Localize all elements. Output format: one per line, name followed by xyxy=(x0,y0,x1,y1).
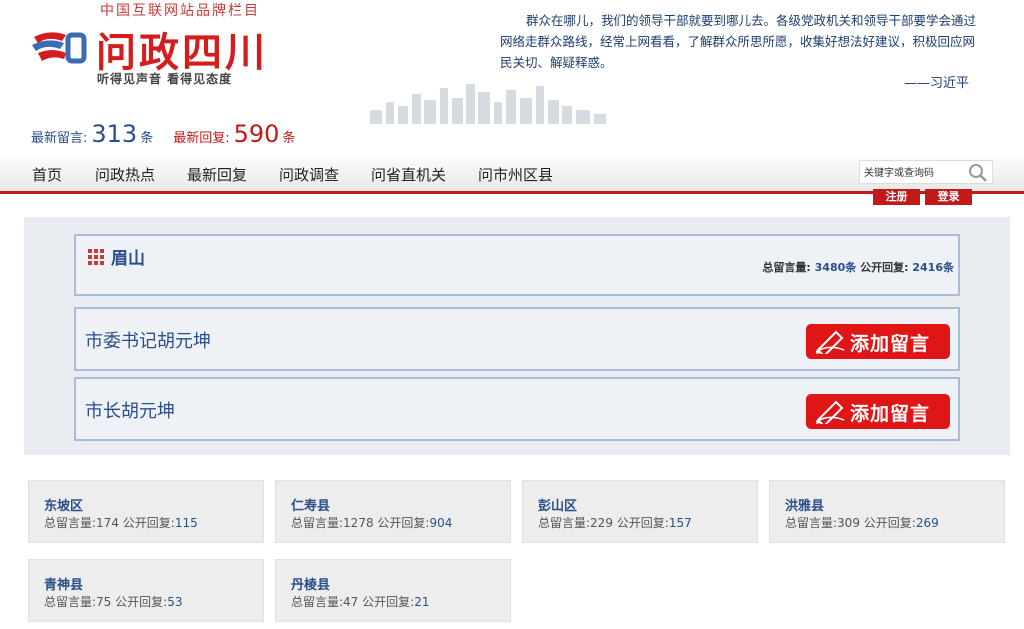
county-card[interactable]: 彭山区 总留言量:229 公开回复:157 xyxy=(522,480,758,543)
wenzheng-logo-icon[interactable] xyxy=(30,27,90,69)
nav-item-home[interactable]: 首页 xyxy=(32,164,62,185)
county-stats: 总留言量:1278 公开回复:904 xyxy=(291,514,452,531)
total-value: 309 xyxy=(837,516,860,530)
city-reply-label: 公开回复: xyxy=(860,261,909,274)
reply-value: 904 xyxy=(429,516,453,530)
county-name[interactable]: 彭山区 xyxy=(538,495,577,514)
county-stats: 总留言量:229 公开回复:157 xyxy=(538,514,692,531)
leader-title[interactable]: 市委书记胡元坤 xyxy=(85,327,211,353)
total-value: 174 xyxy=(96,516,119,530)
leader-card: 市委书记胡元坤 添加留言 xyxy=(74,307,960,371)
county-name[interactable]: 东坡区 xyxy=(44,495,83,514)
total-label: 总留言量: xyxy=(785,516,838,530)
county-name[interactable]: 洪雅县 xyxy=(785,495,824,514)
reply-label: 公开回复: xyxy=(122,516,175,530)
latest-reply-unit: 条 xyxy=(282,131,296,146)
leader-quote: 群众在哪儿，我们的领导干部就要到哪儿去。各级党政机关和领导干部要学会通过网络走群… xyxy=(500,13,977,70)
county-name[interactable]: 丹棱县 xyxy=(291,574,330,593)
county-card[interactable]: 青神县 总留言量:75 公开回复:53 xyxy=(28,559,264,622)
login-button[interactable]: 登录 xyxy=(925,189,972,205)
latest-message-unit: 条 xyxy=(140,131,154,146)
county-stats: 总留言量:309 公开回复:269 xyxy=(785,514,939,531)
logo-slogan: 听得见声音 看得见态度 xyxy=(97,72,233,86)
total-value: 75 xyxy=(96,595,112,609)
county-card[interactable]: 洪雅县 总留言量:309 公开回复:269 xyxy=(769,480,1005,543)
nav-item-latest-replies[interactable]: 最新回复 xyxy=(187,164,247,185)
county-card[interactable]: 仁寿县 总留言量:1278 公开回复:904 xyxy=(275,480,511,543)
county-stats: 总留言量:174 公开回复:115 xyxy=(44,514,198,531)
search-box xyxy=(859,160,993,185)
nav-item-cities-counties[interactable]: 问市州区县 xyxy=(478,164,553,185)
add-message-label: 添加留言 xyxy=(850,403,931,425)
city-panel: 眉山 总留言量: 3480条 公开回复: 2416条 市委书记胡元坤 添加留言 … xyxy=(24,217,1010,455)
leader-card: 市长胡元坤 添加留言 xyxy=(74,377,960,441)
reply-value: 269 xyxy=(915,516,939,530)
total-label: 总留言量: xyxy=(44,595,97,609)
total-label: 总留言量: xyxy=(538,516,591,530)
county-stats: 总留言量:75 公开回复:53 xyxy=(44,593,182,610)
county-name[interactable]: 仁寿县 xyxy=(291,495,330,514)
county-name[interactable]: 青神县 xyxy=(44,574,83,593)
add-message-button[interactable]: 添加留言 xyxy=(806,324,950,359)
city-total-value: 3480条 xyxy=(814,261,857,274)
city-header: 眉山 总留言量: 3480条 公开回复: 2416条 xyxy=(74,234,960,296)
pencil-icon xyxy=(815,400,845,424)
total-label: 总留言量: xyxy=(291,516,344,530)
latest-reply-label: 最新回复: xyxy=(173,131,230,146)
city-name: 眉山 xyxy=(111,249,145,269)
pencil-icon xyxy=(815,330,845,354)
reply-value: 53 xyxy=(167,595,183,609)
reply-label: 公开回复: xyxy=(616,516,669,530)
total-value: 1278 xyxy=(343,516,374,530)
leader-title[interactable]: 市长胡元坤 xyxy=(85,397,175,423)
quote-author: ——习近平 xyxy=(904,76,970,91)
message-counters: 最新留言: 313 条 最新回复: 590 条 xyxy=(31,120,295,148)
reply-label: 公开回复: xyxy=(377,516,430,530)
reply-label: 公开回复: xyxy=(863,516,916,530)
reply-label: 公开回复: xyxy=(362,595,415,609)
city-skyline-image xyxy=(370,84,606,124)
county-card[interactable]: 东坡区 总留言量:174 公开回复:115 xyxy=(28,480,264,543)
reply-value: 115 xyxy=(174,516,198,530)
nav-item-provincial-departments[interactable]: 问省直机关 xyxy=(371,164,446,185)
total-label: 总留言量: xyxy=(291,595,344,609)
latest-message-count: 313 xyxy=(91,120,138,148)
total-label: 总留言量: xyxy=(44,516,97,530)
search-input[interactable] xyxy=(862,162,966,185)
county-card[interactable]: 丹棱县 总留言量:47 公开回复:21 xyxy=(275,559,511,622)
nav-item-hot-topics[interactable]: 问政热点 xyxy=(95,164,155,185)
county-stats: 总留言量:47 公开回复:21 xyxy=(291,593,429,610)
total-value: 47 xyxy=(343,595,359,609)
site-header: 中国互联网站品牌栏目 问政四川 听得见声音 看得见态度 群众在哪儿，我们的领导干… xyxy=(0,0,1024,155)
register-button[interactable]: 注册 xyxy=(873,189,920,205)
nav-item-surveys[interactable]: 问政调查 xyxy=(279,164,339,185)
add-message-label: 添加留言 xyxy=(850,333,931,355)
search-icon[interactable] xyxy=(968,163,988,183)
city-stats: 总留言量: 3480条 公开回复: 2416条 xyxy=(762,259,954,275)
city-reply-value: 2416条 xyxy=(912,261,954,274)
total-value: 229 xyxy=(590,516,613,530)
latest-reply-count: 590 xyxy=(233,120,280,148)
city-total-label: 总留言量: xyxy=(762,261,811,274)
latest-message-label: 最新留言: xyxy=(31,131,88,146)
add-message-button[interactable]: 添加留言 xyxy=(806,394,950,429)
reply-value: 21 xyxy=(414,595,430,609)
reply-label: 公开回复: xyxy=(115,595,168,609)
grid-icon xyxy=(88,249,104,265)
reply-value: 157 xyxy=(668,516,692,530)
brand-tagline: 中国互联网站品牌栏目 xyxy=(100,3,260,19)
